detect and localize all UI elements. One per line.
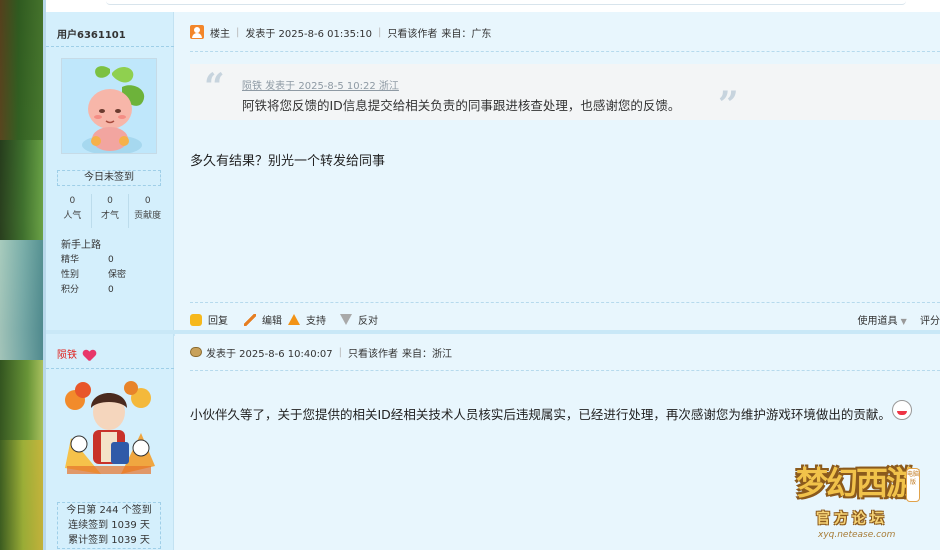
field-value: 0 [108,255,114,265]
top-bar [46,0,940,12]
field-value: 保密 [108,270,127,280]
author-field: 精华 0 [61,253,114,268]
heart-icon [83,350,95,361]
top-scroll-edge [106,0,906,5]
site-watermark: 梦幻西游 电脑版 官方论坛 xyq.netease.com [790,458,940,548]
field-value: 0 [108,285,114,295]
quote-block: “ 陨铁 发表于 2025-8-5 10:22 浙江 阿铁将您反馈的ID信息提交… [190,64,940,126]
edit-button[interactable]: 编辑 [244,312,282,327]
divider [190,370,940,371]
post-location: 来自：广东 [441,28,492,40]
stat-contribution[interactable]: 0 贡献度 [129,194,166,228]
post-main: 楼主 | 发表于 2025-8-6 01:35:10 | 只看该作者 来自：广东… [175,12,940,332]
stat-value: 0 [107,196,113,206]
quote-source-link[interactable]: 陨铁 发表于 2025-8-5 10:22 浙江 [242,77,399,92]
post-time: 发表于 2025-8-6 10:40:07 [206,348,333,360]
post-author-sidebar: 陨铁 今日第 244 个签到 连续签到 1039 天 累计签到 1039 天 [46,334,174,550]
reply-label: 回复 [208,316,228,327]
stat-label: 才气 [101,211,120,221]
sign-line: 连续签到 1039 天 [68,520,150,531]
stat-talent[interactable]: 0 才气 [92,194,130,228]
post-tools: 使用道具 ▼ 评分 [857,312,940,327]
author-name-row: 陨铁 [57,346,95,361]
oppose-label: 反对 [358,316,378,327]
game-background-strip [0,0,46,550]
stat-value: 0 [69,196,76,206]
use-tools-button[interactable]: 使用道具 [857,316,897,327]
author-username[interactable]: 陨铁 [57,350,77,361]
support-button[interactable]: 支持 [288,312,326,327]
quote-text: 阿铁将您反馈的ID信息提交给相关负责的同事跟进核查处理，也感谢您的反馈。 [242,98,681,113]
open-quote-icon: “ [204,66,225,108]
post-meta: 楼主 | 发表于 2025-8-6 01:35:10 | 只看该作者 来自：广东 [190,24,491,40]
cloud-icon [190,347,202,357]
field-key: 性别 [61,270,80,280]
avatar[interactable] [61,58,157,154]
bg-deco [0,360,46,440]
post-author-sidebar: 用户6361101 今日未签到 0 人气 0 才气 0 贡献度 新手上路 精华 … [46,12,174,332]
sign-status[interactable]: 今日第 244 个签到 连续签到 1039 天 累计签到 1039 天 [57,502,161,549]
separator: | [236,26,240,38]
rate-button[interactable]: 评分 [920,316,940,327]
avatar[interactable] [61,378,157,474]
field-key: 积分 [61,285,80,295]
stat-popularity[interactable]: 0 人气 [54,194,92,228]
watermark-badge: 电脑版 [906,468,920,502]
watermark-url: xyq.netease.com [818,530,896,540]
post-meta: 发表于 2025-8-6 10:40:07 | 只看该作者 来自：浙江 [190,344,452,360]
post-time: 发表于 2025-8-6 01:35:10 [245,28,373,40]
floor-owner-label: 楼主 [210,28,230,40]
only-author-link[interactable]: 只看该作者 [387,25,437,40]
watermark-title: 梦幻西游 [796,464,918,502]
bg-deco [0,240,46,360]
bg-deco [0,440,46,550]
reply-icon [190,313,202,326]
edit-label: 编辑 [262,316,282,327]
floor-owner-icon [190,25,204,39]
post-header: 发表于 2025-8-6 10:40:07 | 只看该作者 来自：浙江 [175,334,940,374]
field-key: 精华 [61,255,80,265]
author-field: 性别 保密 [61,268,126,283]
stat-label: 贡献度 [134,211,162,221]
stat-value: 0 [144,196,151,206]
sign-line: 累计签到 1039 天 [68,535,150,546]
stat-label: 人气 [63,211,82,221]
bg-deco [0,0,46,140]
divider [190,51,940,52]
user-level[interactable]: 新手上路 [61,236,101,251]
author-field: 积分 0 [61,283,114,298]
sign-status[interactable]: 今日未签到 [57,170,161,186]
close-quote-icon: ” [718,84,739,126]
post-floor-1: 用户6361101 今日未签到 0 人气 0 才气 0 贡献度 新手上路 精华 … [46,12,940,332]
reply-button[interactable]: 回复 [190,312,228,327]
divider [46,46,174,47]
avatar-image [62,59,156,153]
support-label: 支持 [306,316,326,327]
smiley-emoticon-icon [892,400,912,420]
author-stats: 0 人气 0 才气 0 贡献度 [54,194,166,228]
avatar-image [61,378,157,474]
bg-deco [0,140,46,240]
arrow-up-icon [288,314,300,325]
only-author-link[interactable]: 只看该作者 [348,345,398,360]
oppose-button[interactable]: 反对 [340,312,378,327]
post-content: 小伙伴久等了，关于您提供的相关ID经相关技术人员核实后违规属实，已经进行处理，再… [190,407,891,422]
post-content: 多久有结果？别光一个转发给同事 [190,154,386,169]
arrow-down-icon [340,314,352,325]
author-username[interactable]: 用户6361101 [57,26,126,41]
post-location: 来自：浙江 [402,348,453,360]
separator: | [378,26,382,38]
post-actions: 回复 编辑 支持 反对 使用道具 ▼ 评分 [190,302,940,330]
separator: | [338,346,343,358]
divider [46,368,174,369]
chevron-down-icon: ▼ [900,317,907,326]
pencil-icon [244,313,256,326]
post-header: 楼主 | 发表于 2025-8-6 01:35:10 | 只看该作者 来自：广东 [175,12,940,52]
watermark-subtitle: 官方论坛 [816,511,888,527]
sign-line: 今日第 244 个签到 [66,505,152,516]
